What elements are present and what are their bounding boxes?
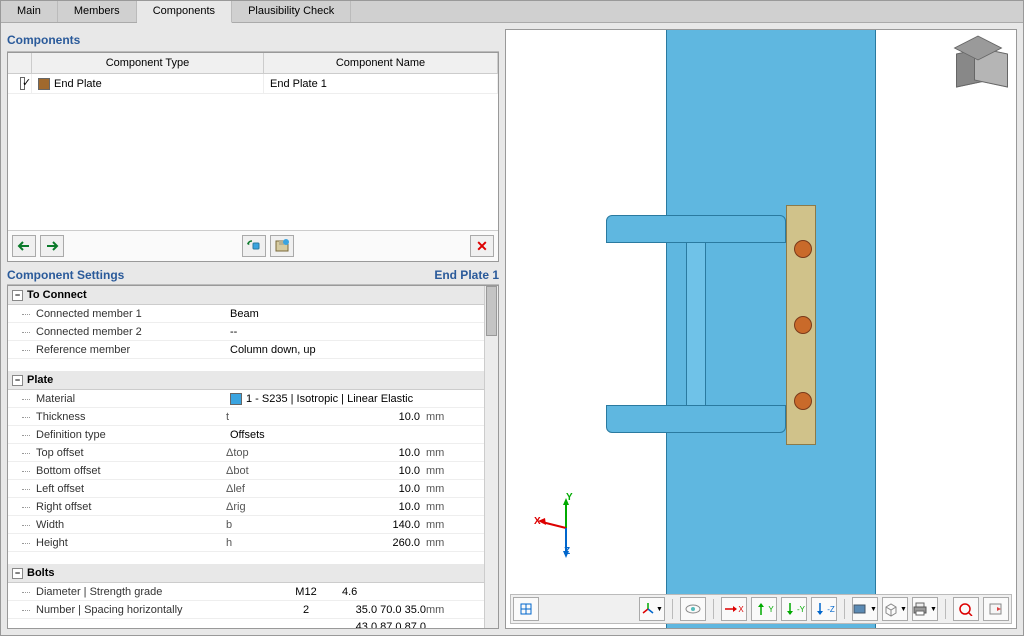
navigation-cube[interactable] <box>956 40 1006 90</box>
view-neg-y-button[interactable]: -Y <box>781 597 807 621</box>
axis-x-label: X <box>534 516 541 527</box>
print-button[interactable]: ▼ <box>912 597 938 621</box>
axis-dropdown[interactable]: ▼ <box>639 597 665 621</box>
components-toolbar: ✕ <box>8 230 498 261</box>
tab-plausibility[interactable]: Plausibility Check <box>232 1 351 22</box>
collapse-icon[interactable]: − <box>12 568 23 579</box>
section-to-connect[interactable]: − To Connect <box>8 286 498 305</box>
property-grid: − To Connect Connected member 1Beam Conn… <box>7 285 499 629</box>
col-name[interactable]: Component Name <box>264 53 498 73</box>
prop-right-offset: Right offset <box>8 501 226 513</box>
bolt <box>794 316 812 334</box>
collapse-icon[interactable]: − <box>12 290 23 301</box>
tab-main[interactable]: Main <box>1 1 58 22</box>
view-x-button[interactable]: X <box>721 597 747 621</box>
prop-material: Material <box>8 393 226 405</box>
axis-z-label: Z <box>564 546 570 557</box>
tabs-bar: Main Members Components Plausibility Che… <box>1 1 1023 23</box>
prop-connected-member-2: Connected member 2 <box>8 326 226 338</box>
component-type-text: End Plate <box>54 78 102 90</box>
prop-reference-member: Reference member <box>8 344 226 356</box>
prop-left-offset: Left offset <box>8 483 226 495</box>
save-button[interactable] <box>270 235 294 257</box>
col-check <box>8 53 32 73</box>
section-plate[interactable]: − Plate <box>8 371 498 390</box>
view-neg-z-button[interactable]: -Z <box>811 597 837 621</box>
settings-current: End Plate 1 <box>434 268 499 282</box>
component-color-swatch <box>38 78 50 90</box>
delete-button[interactable]: ✕ <box>470 235 494 257</box>
settings-title: Component Settings <box>7 268 124 282</box>
bolt <box>794 392 812 410</box>
wireframe-button[interactable]: ▼ <box>882 597 908 621</box>
prop-diameter: Diameter | Strength grade <box>8 586 226 598</box>
row-checkbox[interactable] <box>20 77 25 90</box>
viewport-3d[interactable]: Y X Z ▼ X Y <box>505 29 1017 629</box>
axis-y-label: Y <box>566 492 573 503</box>
show-button[interactable] <box>680 597 706 621</box>
material-swatch <box>230 393 242 405</box>
prop-num-h: Number | Spacing horizontally <box>8 604 226 616</box>
prop-connected-member-1: Connected member 1 <box>8 308 226 320</box>
beam-top-flange <box>606 215 786 243</box>
isometric-view-button[interactable] <box>513 597 539 621</box>
components-title: Components <box>7 29 499 52</box>
view-toolbar: ▼ X Y -Y -Z <box>510 594 1012 624</box>
prop-bottom-offset: Bottom offset <box>8 465 226 477</box>
move-right-button[interactable] <box>40 235 64 257</box>
table-row[interactable]: End Plate End Plate 1 <box>8 74 498 94</box>
prop-width: Width <box>8 519 226 531</box>
beam-web <box>686 240 706 410</box>
axis-gizmo: Y X Z <box>536 498 596 558</box>
components-grid: Component Type Component Name End Plate … <box>7 52 499 262</box>
close-viewport-button[interactable] <box>983 597 1009 621</box>
reset-view-button[interactable] <box>953 597 979 621</box>
view-y-button[interactable]: Y <box>751 597 777 621</box>
prop-thickness: Thickness <box>8 411 226 423</box>
col-type[interactable]: Component Type <box>32 53 264 73</box>
display-mode-button[interactable]: ▼ <box>852 597 878 621</box>
bolt <box>794 240 812 258</box>
prop-definition-type: Definition type <box>8 429 226 441</box>
scrollbar[interactable] <box>484 286 498 628</box>
section-bolts[interactable]: − Bolts <box>8 564 498 583</box>
prop-num-v: Number | Spacing vertically <box>8 627 226 629</box>
tab-components[interactable]: Components <box>137 1 232 23</box>
component-name-text: End Plate 1 <box>264 74 498 93</box>
beam-bottom-flange <box>606 405 786 433</box>
collapse-icon[interactable]: − <box>12 375 23 386</box>
prop-height: Height <box>8 537 226 549</box>
tab-members[interactable]: Members <box>58 1 137 22</box>
move-left-button[interactable] <box>12 235 36 257</box>
prop-top-offset: Top offset <box>8 447 226 459</box>
apply-button[interactable] <box>242 235 266 257</box>
